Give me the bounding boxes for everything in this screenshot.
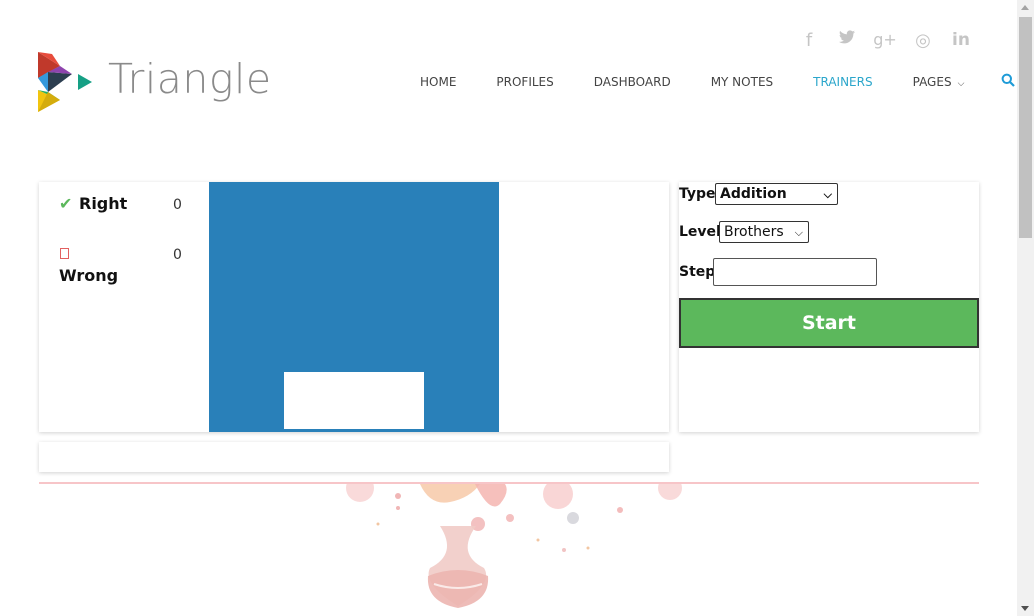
chevron-down-icon: ⌵ (794, 226, 803, 239)
nav-my-notes[interactable]: MY NOTES (711, 75, 773, 89)
triangle-logo-icon[interactable] (38, 52, 94, 114)
answer-box[interactable] (284, 372, 424, 429)
chevron-down-icon: ⌵ (823, 188, 832, 201)
type-select[interactable]: Addition ⌵ (715, 183, 838, 205)
google-plus-icon[interactable]: g+ (866, 30, 904, 51)
step-input[interactable] (713, 258, 877, 286)
trainer-panel: ✔ Right 0 Wrong 0 (39, 182, 669, 432)
linkedin-icon[interactable]: in (942, 30, 980, 51)
level-label: Level (679, 224, 721, 240)
type-select-value: Addition (720, 186, 787, 202)
search-icon[interactable] (1001, 73, 1016, 91)
nav-profiles[interactable]: PROFILES (496, 75, 553, 89)
number-board (209, 182, 499, 432)
nav-trainers[interactable]: TRAINERS (813, 75, 872, 89)
wrong-count: 0 (173, 247, 182, 263)
vertical-scrollbar[interactable] (1017, 0, 1034, 616)
chevron-down-icon: ⌵ (957, 79, 965, 89)
nav-home[interactable]: HOME (420, 75, 456, 89)
level-select[interactable]: Brothers ⌵ (719, 221, 809, 243)
page: f g+ ◎ in Triangle HOME PROFILES DASHBOA… (0, 0, 1017, 616)
wrong-icon (60, 248, 69, 259)
settings-panel: Type Addition ⌵ Level Brothers ⌵ Step St… (679, 182, 979, 432)
nav-pages[interactable]: PAGES ⌵ (913, 75, 965, 89)
nav-pages-label: PAGES (912, 75, 952, 89)
checkmark-icon: ✔ (59, 196, 73, 213)
facebook-icon[interactable]: f (790, 30, 828, 51)
type-label: Type (679, 186, 716, 202)
level-select-value: Brothers (724, 224, 784, 240)
step-label: Step (679, 264, 716, 280)
right-count: 0 (173, 197, 182, 213)
main-nav: HOME PROFILES DASHBOARD MY NOTES TRAINER… (420, 73, 1016, 91)
nav-dashboard[interactable]: DASHBOARD (594, 75, 671, 89)
social-links: f g+ ◎ in (790, 30, 980, 51)
right-label: Right (79, 194, 128, 213)
decorative-illustration (346, 484, 682, 608)
wrong-label: Wrong (59, 266, 119, 285)
brand-name[interactable]: Triangle (108, 55, 272, 103)
twitter-icon[interactable] (828, 30, 866, 51)
result-panel (39, 442, 669, 472)
start-button[interactable]: Start (679, 298, 979, 348)
scroll-up-icon[interactable] (1021, 5, 1029, 10)
scroll-down-icon[interactable] (1021, 606, 1029, 611)
dribbble-icon[interactable]: ◎ (904, 30, 942, 51)
scrollbar-thumb[interactable] (1019, 17, 1032, 238)
